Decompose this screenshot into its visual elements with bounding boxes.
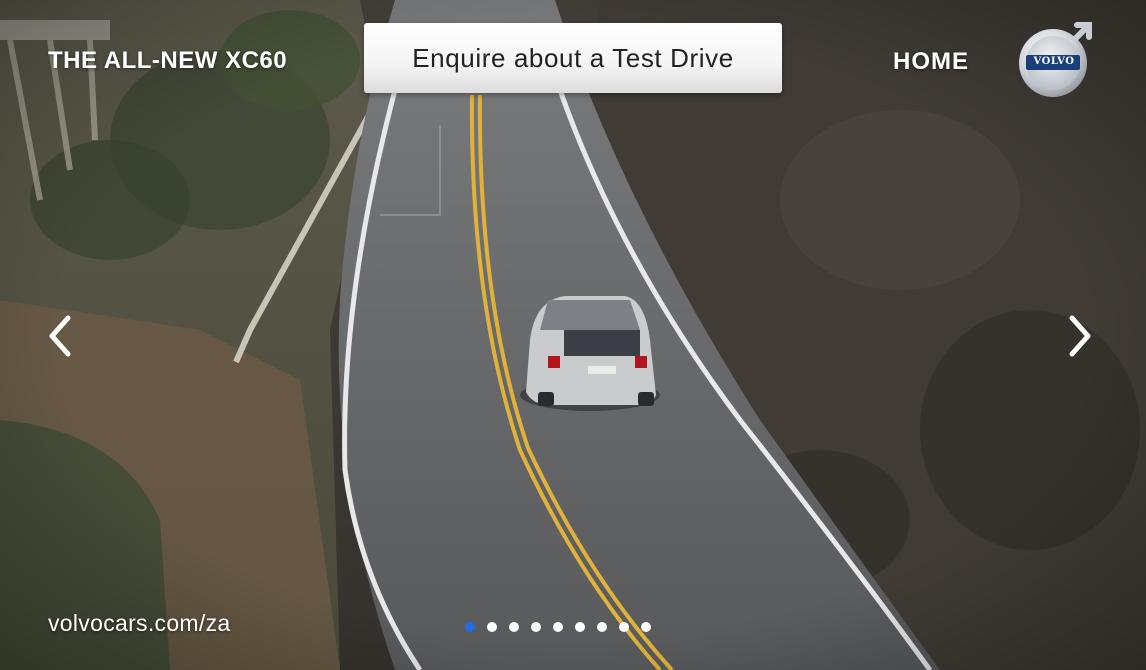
carousel-dot[interactable] bbox=[575, 622, 585, 632]
carousel-pagination bbox=[465, 622, 651, 632]
hero-banner: THE ALL-NEW XC60 Enquire about a Test Dr… bbox=[0, 0, 1146, 670]
home-link[interactable]: HOME bbox=[893, 48, 969, 76]
carousel-dot[interactable] bbox=[597, 622, 607, 632]
carousel-dot[interactable] bbox=[487, 622, 497, 632]
chevron-right-icon[interactable] bbox=[1060, 306, 1100, 366]
logo-wordmark: VOLVO bbox=[1033, 56, 1075, 67]
chevron-left-icon[interactable] bbox=[40, 306, 80, 366]
site-url: volvocars.com/za bbox=[48, 610, 231, 636]
hero-image bbox=[0, 0, 1146, 670]
test-drive-button[interactable]: Enquire about a Test Drive bbox=[364, 23, 782, 93]
carousel-dot[interactable] bbox=[465, 622, 475, 632]
carousel-dot[interactable] bbox=[553, 622, 563, 632]
carousel-dot[interactable] bbox=[531, 622, 541, 632]
carousel-dot[interactable] bbox=[509, 622, 519, 632]
model-title: THE ALL-NEW XC60 bbox=[48, 47, 288, 74]
carousel-dot[interactable] bbox=[641, 622, 651, 632]
carousel-dot[interactable] bbox=[619, 622, 629, 632]
test-drive-button-label: Enquire about a Test Drive bbox=[412, 42, 734, 73]
